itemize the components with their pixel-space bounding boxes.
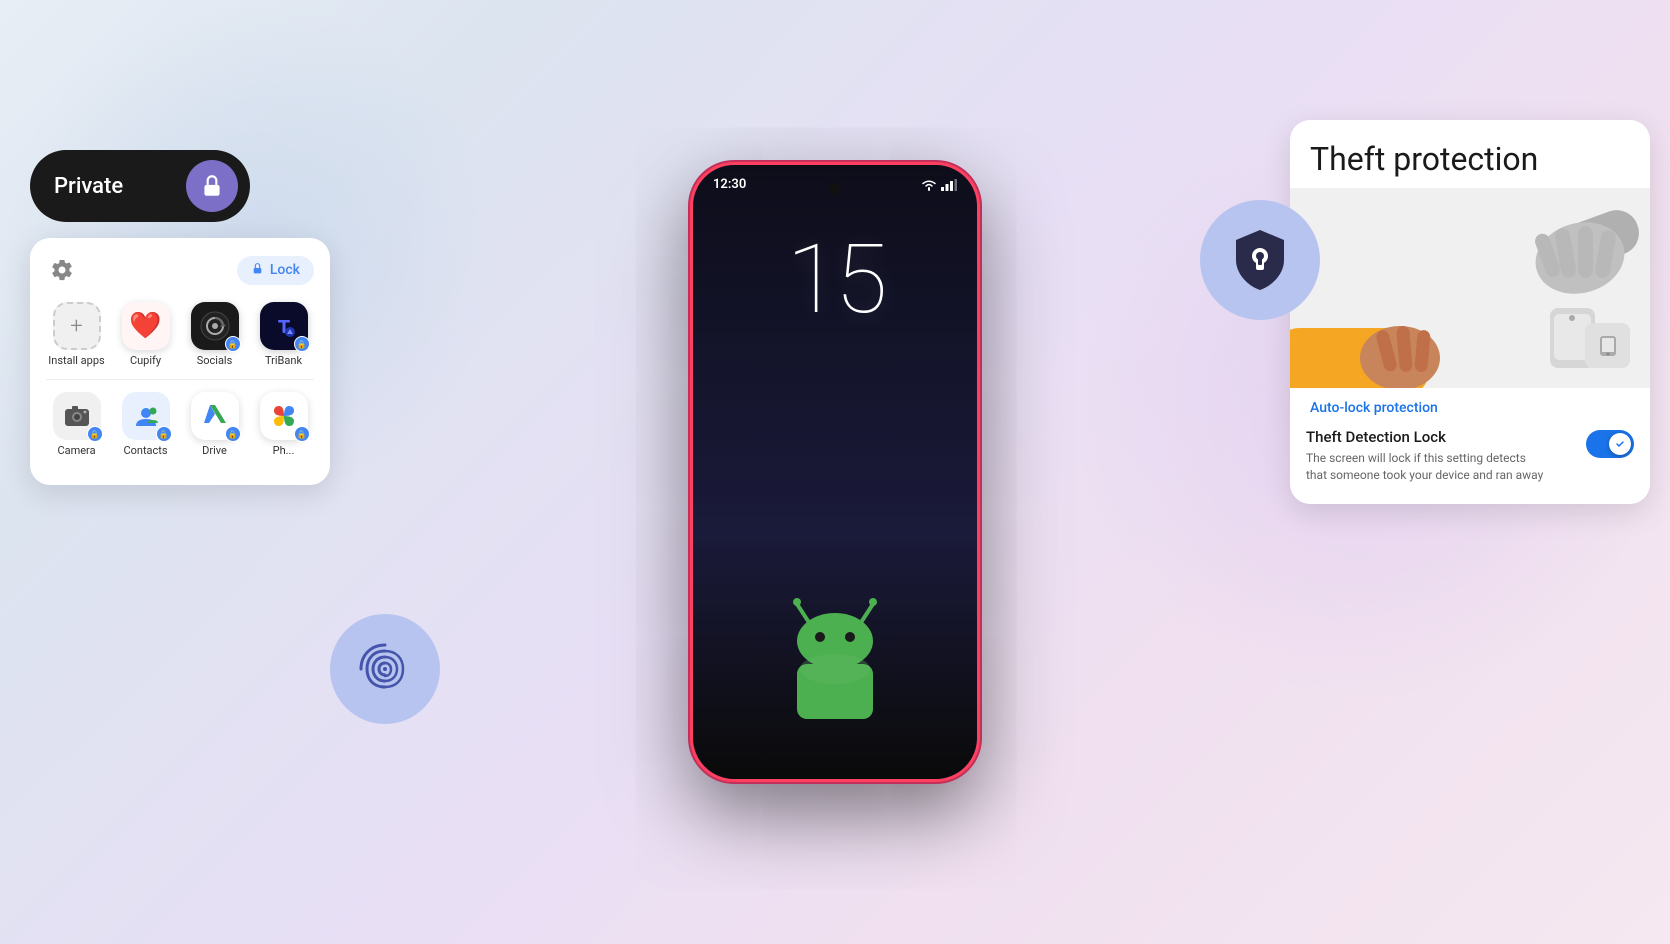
app-item-install[interactable]: + Install apps xyxy=(46,302,107,367)
app-item-camera[interactable]: 🔒 Camera xyxy=(46,392,107,457)
signal-icon xyxy=(941,179,957,191)
camera-lock-badge: 🔒 xyxy=(87,426,103,442)
app-label-cupify: Cupify xyxy=(130,354,161,367)
app-item-tribank[interactable]: 🔒 TriBank xyxy=(253,302,314,367)
contacts-lock-badge: 🔒 xyxy=(156,426,172,442)
phone-clock: 15 xyxy=(786,232,883,328)
auto-lock-link[interactable]: Auto-lock protection xyxy=(1290,388,1650,420)
tribank-icon: 🔒 xyxy=(260,302,308,350)
app-label-drive: Drive xyxy=(202,444,227,457)
phone-screen: 12:30 xyxy=(693,165,977,779)
private-label: Private xyxy=(54,174,170,199)
private-lock-circle xyxy=(186,160,238,212)
app-item-socials[interactable]: 🔒 Socials xyxy=(184,302,245,367)
app-grid-header: Lock xyxy=(46,254,314,286)
app-item-contacts[interactable]: 🔒 Contacts xyxy=(115,392,176,457)
wifi-icon xyxy=(921,179,937,191)
phone: 12:30 xyxy=(690,162,980,782)
toggle-knob xyxy=(1609,433,1631,455)
app-label-socials: Socials xyxy=(197,354,233,367)
theft-detection-title: Theft Detection Lock xyxy=(1306,428,1546,446)
app-label-photos: Ph... xyxy=(273,444,295,457)
contacts-icon: 🔒 xyxy=(122,392,170,440)
app-item-cupify[interactable]: ❤️ Cupify xyxy=(115,302,176,367)
theft-detection-desc: The screen will lock if this setting det… xyxy=(1306,450,1546,484)
scene: Private xyxy=(0,0,1670,944)
photos-icon: 🔒 xyxy=(260,392,308,440)
android-robot xyxy=(755,589,915,719)
drive-icon: 🔒 xyxy=(191,392,239,440)
shield-icon-wrap xyxy=(1224,224,1296,296)
fingerprint-icon xyxy=(353,637,417,701)
theft-detection-row: Theft Detection Lock The screen will loc… xyxy=(1290,420,1650,504)
app-item-photos[interactable]: 🔒 Ph... xyxy=(253,392,314,457)
app-label-contacts: Contacts xyxy=(123,444,167,457)
photos-lock-badge: 🔒 xyxy=(294,426,310,442)
socials-icon: 🔒 xyxy=(191,302,239,350)
shield-icon xyxy=(1224,224,1296,296)
private-pill[interactable]: Private xyxy=(30,150,250,222)
lock-badge-icon xyxy=(251,262,264,279)
app-grid-card: Lock + Install apps ❤️ Cupify xyxy=(30,238,330,485)
cupify-icon: ❤️ xyxy=(122,302,170,350)
gear-icon[interactable] xyxy=(46,254,78,286)
phone-wrapper: 12:30 xyxy=(690,162,980,782)
app-label-camera: Camera xyxy=(57,444,95,457)
tribank-lock-badge: 🔒 xyxy=(294,336,310,352)
status-time: 12:30 xyxy=(713,177,746,192)
right-panel: Theft protection xyxy=(1290,120,1650,504)
app-label-tribank: TriBank xyxy=(265,354,302,367)
left-panel: Private xyxy=(30,150,330,485)
theft-illustration xyxy=(1290,188,1650,388)
theft-phone-mini xyxy=(1585,323,1630,368)
lock-badge[interactable]: Lock xyxy=(237,256,314,285)
drive-lock-badge: 🔒 xyxy=(225,426,241,442)
shield-bubble xyxy=(1200,200,1320,320)
app-item-drive[interactable]: 🔒 Drive xyxy=(184,392,245,457)
install-apps-icon: + xyxy=(53,302,101,350)
fingerprint-bubble xyxy=(330,614,440,724)
phone-camera xyxy=(829,183,841,195)
app-row-2: 🔒 Camera 🔒 Con xyxy=(46,379,314,457)
theft-card: Theft protection xyxy=(1290,120,1650,504)
status-icons xyxy=(921,179,957,191)
lock-badge-label: Lock xyxy=(270,262,300,278)
theft-detection-text: Theft Detection Lock The screen will loc… xyxy=(1306,428,1546,484)
camera-icon: 🔒 xyxy=(53,392,101,440)
theft-protection-title: Theft protection xyxy=(1290,120,1650,178)
socials-lock-badge: 🔒 xyxy=(225,336,241,352)
app-label-install: Install apps xyxy=(48,354,104,367)
app-row-1: + Install apps ❤️ Cupify xyxy=(46,302,314,367)
theft-toggle[interactable] xyxy=(1586,430,1634,458)
